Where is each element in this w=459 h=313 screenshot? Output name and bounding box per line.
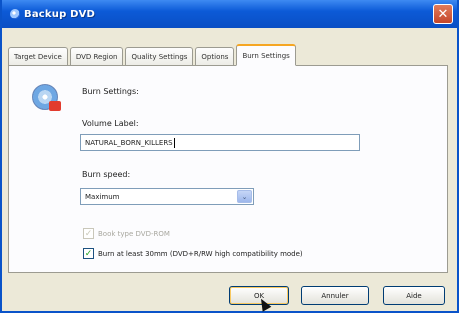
close-button[interactable]: ✕ (433, 4, 453, 24)
book-type-checkbox: ✓ (83, 228, 94, 239)
chevron-down-icon[interactable]: ⌄ (237, 190, 252, 203)
app-icon (10, 9, 20, 19)
section-title: Burn Settings: (82, 87, 139, 96)
burn-speed-value: Maximum (85, 192, 120, 201)
tab-quality-settings[interactable]: Quality Settings (125, 47, 194, 66)
tab-options[interactable]: Options (195, 47, 235, 66)
tab-dvd-region[interactable]: DVD Region (69, 47, 124, 66)
window-title: Backup DVD (24, 8, 96, 20)
burn-30mm-option[interactable]: ✓ Burn at least 30mm (DVD+R/RW high comp… (83, 248, 303, 259)
burn-settings-panel: Burn Settings: Volume Label: NATURAL_BOR… (8, 65, 448, 273)
volume-label-caption: Volume Label: (82, 119, 139, 128)
title-bar[interactable]: Backup DVD ✕ (2, 0, 457, 28)
cancel-button[interactable]: Annuler (301, 286, 369, 305)
tab-target-device[interactable]: Target Device (8, 47, 68, 66)
text-caret (173, 137, 175, 148)
book-type-label: Book type DVD-ROM (98, 229, 170, 238)
burn-speed-select[interactable]: Maximum ⌄ (80, 188, 254, 205)
burn-speed-caption: Burn speed: (82, 170, 131, 179)
backup-dvd-dialog: Backup DVD ✕ Target Device DVD Region Qu… (0, 0, 459, 313)
help-button[interactable]: Aide (383, 286, 445, 305)
tab-burn-settings[interactable]: Burn Settings (236, 44, 296, 66)
volume-label-input[interactable]: NATURAL_BORN_KILLERS (80, 134, 360, 151)
burn-30mm-label[interactable]: Burn at least 30mm (DVD+R/RW high compat… (98, 250, 303, 258)
tab-strip: Target Device DVD Region Quality Setting… (8, 44, 298, 66)
burn-disc-icon (32, 84, 61, 111)
volume-label-value: NATURAL_BORN_KILLERS (85, 138, 173, 147)
burn-30mm-checkbox[interactable]: ✓ (83, 248, 94, 259)
book-type-option: ✓ Book type DVD-ROM (83, 228, 170, 239)
